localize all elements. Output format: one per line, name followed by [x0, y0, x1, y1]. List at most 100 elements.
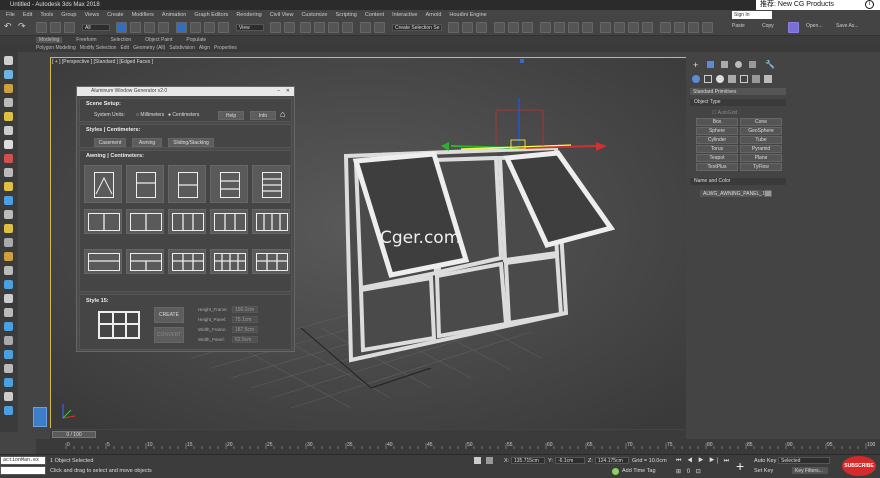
tool-icon[interactable] [4, 84, 13, 93]
style-tile[interactable] [252, 209, 290, 234]
display-tab-icon[interactable] [749, 61, 756, 68]
tool-icon[interactable] [4, 294, 13, 303]
place-icon[interactable] [218, 22, 229, 33]
houdini-asset-icon[interactable] [628, 22, 639, 33]
spinner-snap-icon[interactable] [342, 22, 353, 33]
set-key-icon[interactable]: + [736, 459, 744, 473]
selection-filter-dropdown[interactable]: All [82, 24, 110, 31]
tyflow-button[interactable]: TyFlow [740, 163, 782, 171]
ribbon-panel[interactable]: Edit [120, 45, 129, 51]
convert-button[interactable]: CONVERT [154, 327, 184, 343]
menu-item[interactable]: Edit [23, 12, 32, 18]
geometry-category-icon[interactable] [692, 75, 700, 83]
undo-icon[interactable]: ↶ [4, 22, 15, 33]
arnold-icon[interactable] [600, 22, 611, 33]
geosphere-button[interactable]: GeoSphere [740, 127, 782, 135]
textplus-button[interactable]: TextPlus [696, 163, 738, 171]
style-tile[interactable] [84, 209, 122, 234]
select-manipulate-icon[interactable] [284, 22, 295, 33]
viewcube-icon[interactable] [520, 59, 524, 63]
helpers-category-icon[interactable] [740, 75, 748, 83]
curve-editor-icon[interactable] [494, 22, 505, 33]
paste-button[interactable]: Paste [732, 23, 745, 29]
menu-item[interactable]: Animation [162, 12, 186, 18]
viewport-toggle-icon[interactable] [33, 407, 47, 427]
angle-snap-icon[interactable] [314, 22, 325, 33]
render-iterative-icon[interactable] [582, 22, 593, 33]
selection-set-dropdown[interactable]: Create Selection Se [392, 24, 442, 31]
tube-button[interactable]: Tube [740, 136, 782, 144]
menu-item[interactable]: Civil View [270, 12, 294, 18]
ribbon-panel[interactable]: Geometry (All) [133, 45, 165, 51]
tool-icon[interactable] [4, 112, 13, 121]
houdini-session-icon[interactable] [642, 22, 653, 33]
tool-icon[interactable] [4, 378, 13, 387]
align-icon[interactable] [448, 22, 459, 33]
tool-icon[interactable] [4, 252, 13, 261]
dialog-close-icon[interactable]: ✕ [286, 87, 290, 96]
toolbar-option3-icon[interactable] [702, 22, 713, 33]
menu-item[interactable]: Houdini Engine [449, 12, 486, 18]
sliding-stacking-button[interactable]: Sliding/Stacking [168, 138, 214, 147]
promo-banner[interactable]: 推荐: New CG Products i [756, 0, 880, 10]
name-color-rollout[interactable]: Name and Color [690, 178, 786, 185]
redo-icon[interactable]: ↷ [18, 22, 29, 33]
object-color-swatch[interactable] [764, 190, 772, 197]
bind-space-warp-icon[interactable] [64, 22, 75, 33]
schematic-view-icon[interactable] [508, 22, 519, 33]
tool-icon[interactable] [4, 336, 13, 345]
tool-icon[interactable] [4, 56, 13, 65]
style-tile[interactable] [168, 209, 206, 234]
edit-named-selection-icon[interactable] [360, 22, 371, 33]
open-button[interactable]: Open... [806, 23, 822, 29]
style-tile[interactable] [126, 249, 164, 274]
ribbon-tab[interactable]: Object Paint [145, 37, 172, 43]
help-button[interactable]: Help [218, 111, 244, 120]
style-tile[interactable] [210, 165, 248, 203]
time-slider[interactable]: 0 / 100 [50, 430, 686, 439]
toolbar-option-icon[interactable] [674, 22, 685, 33]
create-button[interactable]: CREATE [154, 307, 184, 323]
select-rotate-icon[interactable] [190, 22, 201, 33]
param-value[interactable]: 62.5cm [232, 336, 258, 343]
key-mode-controls[interactable]: ⊞ 0 ⊡ [676, 468, 703, 475]
ribbon-panel[interactable]: Subdivision [169, 45, 195, 51]
unlink-icon[interactable] [50, 22, 61, 33]
dialog-title-bar[interactable]: Aluminum Window Generator v2.0 ✕ – [77, 87, 294, 96]
isolate-icon[interactable] [474, 457, 481, 464]
x-coordinate[interactable]: 135.715cm [511, 457, 545, 464]
viewport-layout-icon[interactable] [660, 22, 671, 33]
modify-tab-icon[interactable] [707, 61, 714, 68]
tool-icon[interactable] [4, 364, 13, 373]
tool-icon[interactable] [4, 350, 13, 359]
pivot-icon[interactable] [270, 22, 281, 33]
style-tile[interactable] [168, 249, 206, 274]
maxscript-listener[interactable]: actionMan.ex [0, 456, 46, 465]
home-icon[interactable]: ⌂ [280, 109, 285, 119]
set-key-button[interactable]: Set Key [754, 468, 773, 474]
viewport-label[interactable]: [ + ] [Perspective ] [Standard ] [Edged … [52, 59, 153, 65]
tool-icon[interactable] [4, 238, 13, 247]
style-tile[interactable] [210, 249, 248, 274]
style-tile[interactable] [126, 209, 164, 234]
info-icon[interactable]: i [865, 0, 874, 9]
menu-item[interactable]: Views [85, 12, 100, 18]
ribbon-tab[interactable]: Selection [111, 37, 132, 43]
lock-selection-icon[interactable] [486, 457, 493, 464]
time-slider-handle[interactable]: 0 / 100 [52, 431, 96, 438]
tool-icon[interactable] [4, 154, 13, 163]
tool-icon[interactable] [4, 70, 13, 79]
systems-category-icon[interactable] [764, 75, 772, 83]
menu-item[interactable]: Content [365, 12, 384, 18]
tool-icon[interactable] [4, 280, 13, 289]
primitive-type-dropdown[interactable]: Standard Primitives [690, 88, 786, 95]
torus-button[interactable]: Torus [696, 145, 738, 153]
menu-item[interactable]: Customize [301, 12, 327, 18]
tool-icon[interactable] [4, 168, 13, 177]
ribbon-panel[interactable]: Align [199, 45, 210, 51]
motion-tab-icon[interactable] [735, 61, 742, 68]
info-button[interactable]: Info [250, 111, 276, 120]
tool-icon[interactable] [4, 224, 13, 233]
select-scale-icon[interactable] [204, 22, 215, 33]
sphere-button[interactable]: Sphere [696, 127, 738, 135]
